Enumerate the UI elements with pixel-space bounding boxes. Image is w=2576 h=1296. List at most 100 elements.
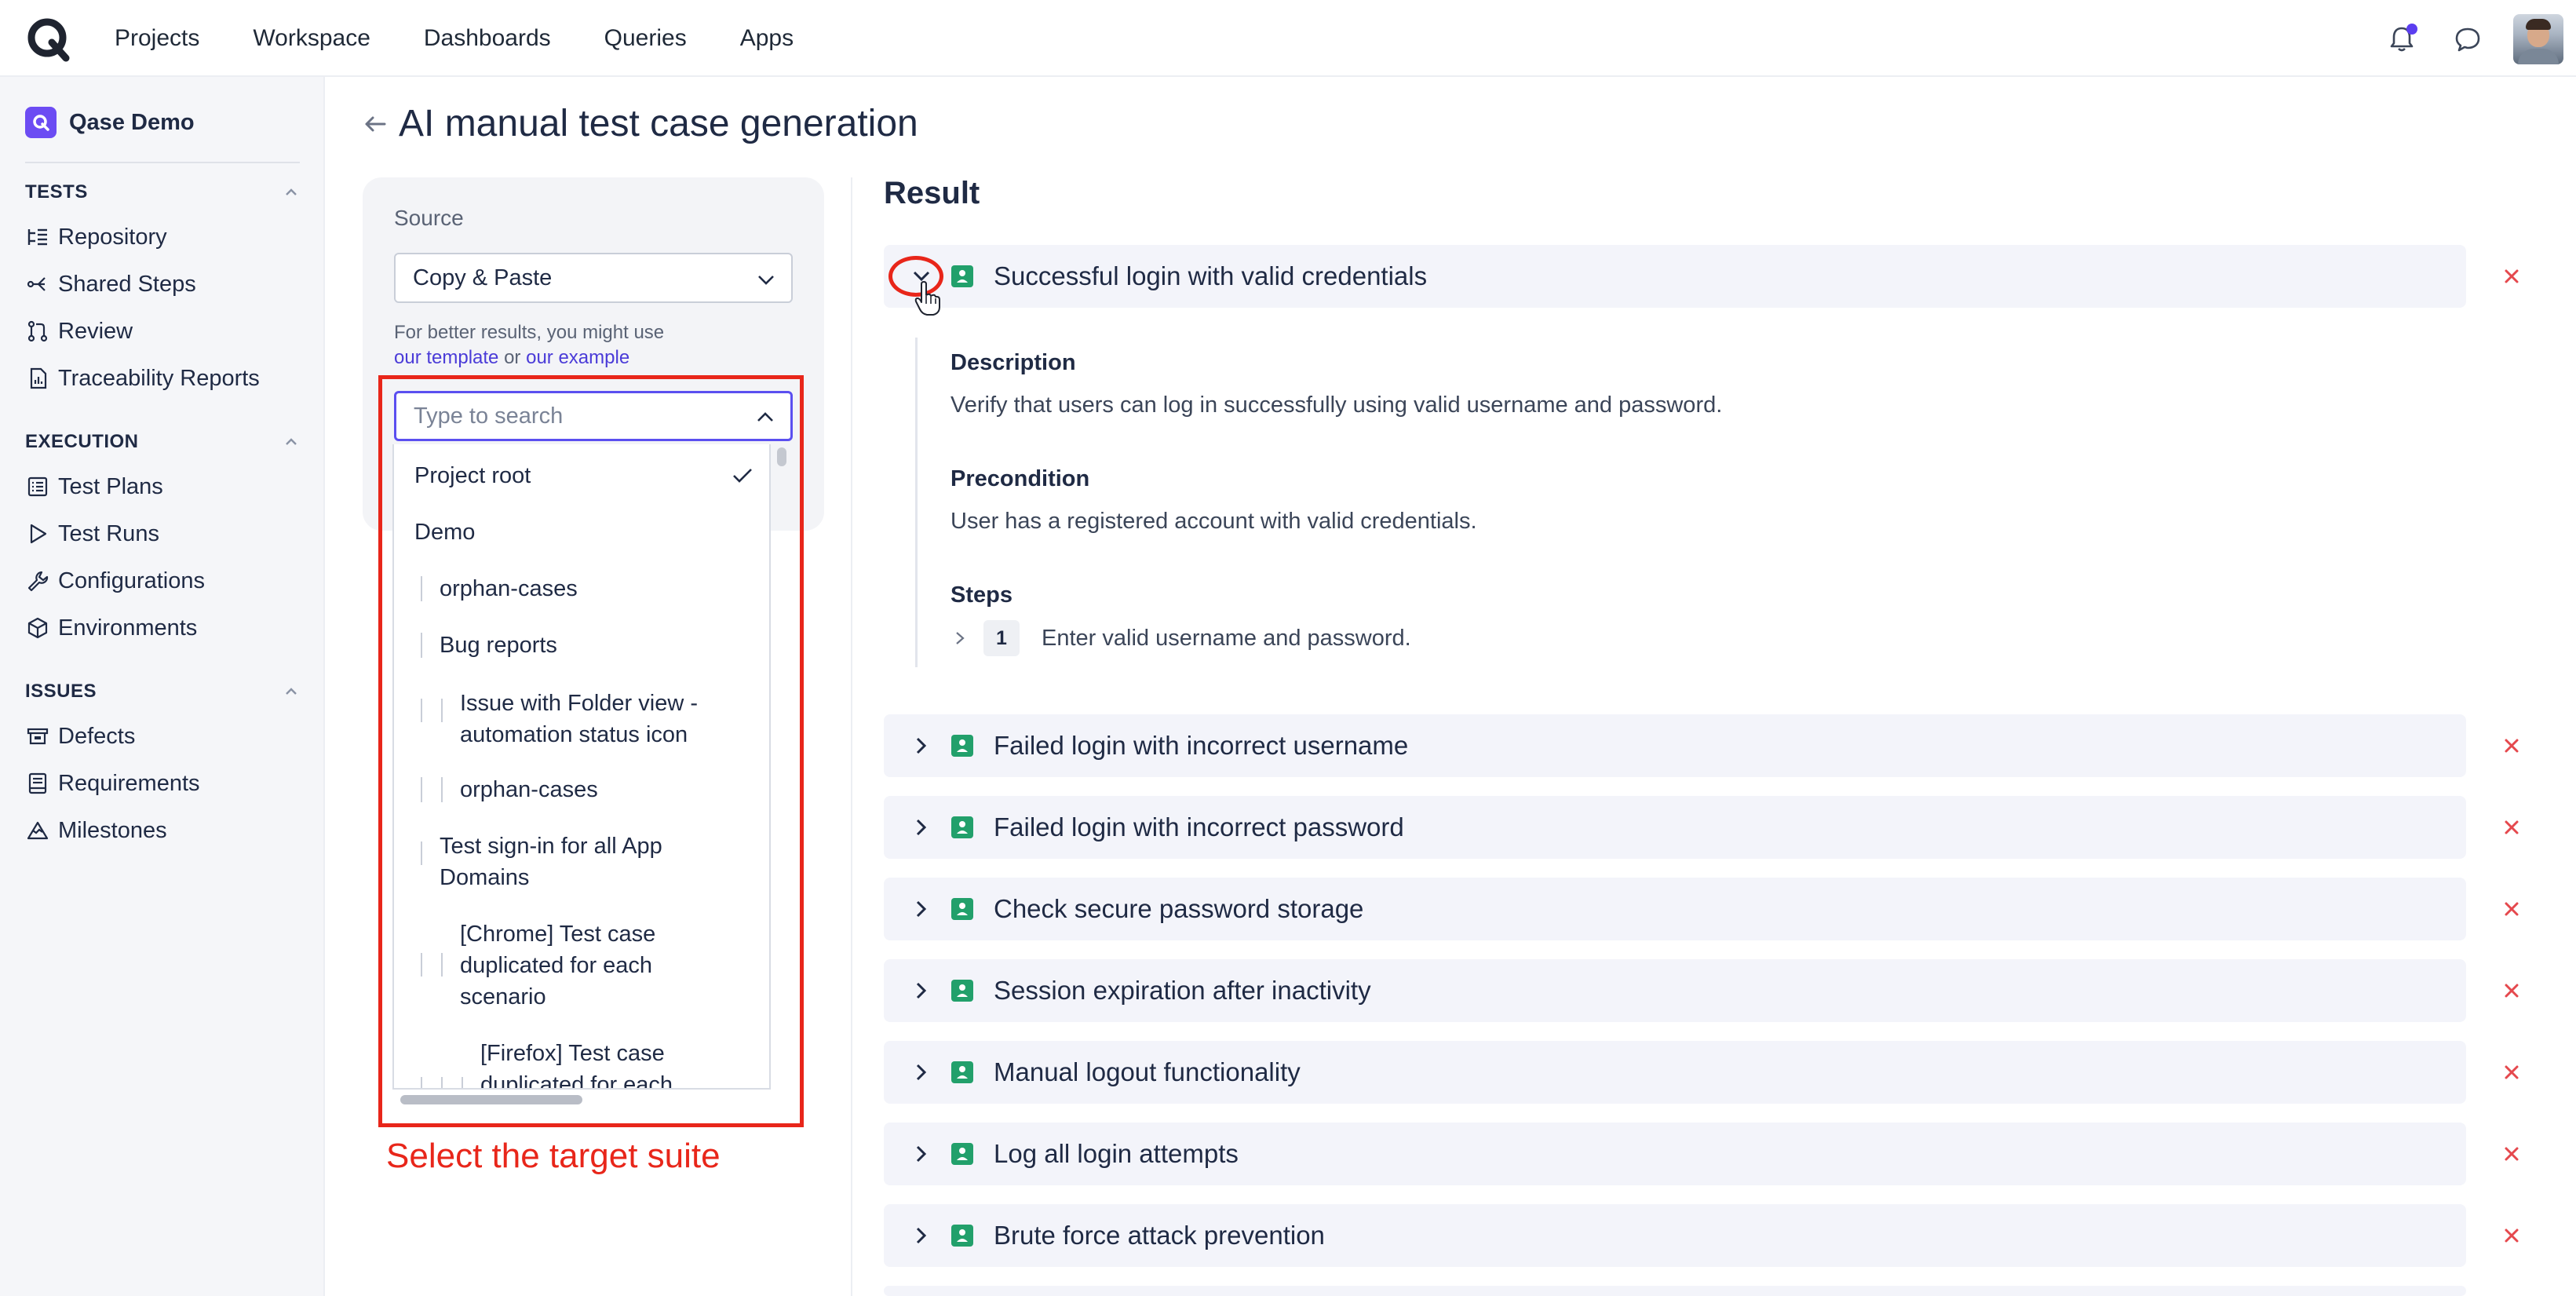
delete-case-close-icon[interactable]: [2498, 895, 2526, 923]
test-case-title: Successful login with valid credentials: [994, 261, 1428, 290]
source-hint: For better results, you might use our te…: [394, 320, 664, 371]
back-arrow-icon[interactable]: [361, 110, 389, 138]
page-title: AI manual test case generation: [399, 103, 918, 144]
sidebar-item-requirements[interactable]: Requirements: [25, 760, 300, 807]
annotation-highlight-box: [378, 375, 804, 1127]
source-select-value: Copy & Paste: [413, 265, 553, 290]
chevron-up-icon: [286, 688, 297, 695]
notifications-button[interactable]: [2384, 22, 2419, 57]
section-title: ISSUES: [25, 681, 97, 702]
nav-dashboards[interactable]: Dashboards: [424, 25, 551, 52]
sidebar-item-shared-steps[interactable]: Shared Steps: [25, 261, 300, 308]
pull-request-icon: [25, 319, 50, 344]
test-case-card[interactable]: Failed login with incorrect username: [884, 714, 2466, 777]
test-case-title: Failed login with incorrect username: [994, 731, 1409, 760]
sidebar-item-traceability-reports[interactable]: Traceability Reports: [25, 355, 300, 402]
step-number: 1: [983, 620, 1020, 656]
chevron-right-icon[interactable]: [907, 895, 936, 923]
user-avatar[interactable]: [2513, 14, 2563, 64]
sidebar-item-review[interactable]: Review: [25, 308, 300, 355]
test-case-card-partial[interactable]: [884, 1286, 2466, 1296]
qase-logo-icon[interactable]: [25, 16, 72, 63]
sidebar-item-milestones[interactable]: Milestones: [25, 807, 300, 854]
example-link[interactable]: our example: [526, 347, 629, 368]
sidebar-item-test-plans[interactable]: Test Plans: [25, 463, 300, 510]
top-navbar: Projects Workspace Dashboards Queries Ap…: [0, 0, 2576, 77]
step-text: Enter valid username and password.: [1042, 625, 1411, 651]
sidebar-item-label: Configurations: [58, 568, 205, 593]
panel-divider: [851, 177, 852, 1296]
section-header-issues[interactable]: ISSUES: [25, 680, 300, 703]
test-case-title: Failed login with incorrect password: [994, 812, 1404, 841]
test-case-card[interactable]: Log all login attempts: [884, 1123, 2466, 1185]
description-text: Verify that users can log in successfull…: [950, 392, 1723, 418]
sidebar-section-issues: ISSUES Defects Requirements Milestones: [25, 680, 300, 854]
test-case-card[interactable]: Session expiration after inactivity: [884, 959, 2466, 1022]
sidebar-item-label: Traceability Reports: [58, 365, 260, 391]
delete-case-close-icon[interactable]: [2498, 813, 2526, 841]
sidebar-item-repository[interactable]: Repository: [25, 214, 300, 261]
sidebar-section-execution: EXECUTION Test Plans Test Runs Configura…: [25, 430, 300, 652]
test-case-icon: [951, 1225, 973, 1247]
delete-case-close-icon[interactable]: [2498, 1140, 2526, 1168]
sidebar-item-label: Review: [58, 318, 133, 344]
delete-case-close-icon[interactable]: [2498, 1221, 2526, 1250]
test-case-details: Description Verify that users can log in…: [915, 338, 2406, 667]
nav-apps[interactable]: Apps: [740, 25, 794, 52]
test-case-icon: [951, 1061, 973, 1083]
sidebar-item-label: Defects: [58, 723, 136, 749]
delete-case-close-icon[interactable]: [2498, 262, 2526, 290]
sidebar-item-environments[interactable]: Environments: [25, 604, 300, 652]
sidebar-section-tests: TESTS Repository Shared Steps Review Tra…: [25, 181, 300, 402]
source-select[interactable]: Copy & Paste: [394, 253, 793, 303]
section-title: TESTS: [25, 181, 88, 203]
chevron-right-icon[interactable]: [907, 732, 936, 760]
section-header-tests[interactable]: TESTS: [25, 181, 300, 204]
section-title: EXECUTION: [25, 431, 139, 452]
source-label: Source: [394, 206, 464, 230]
template-link[interactable]: our template: [394, 347, 498, 368]
chevron-right-icon[interactable]: [907, 977, 936, 1005]
chevron-right-icon[interactable]: [907, 813, 936, 841]
delete-case-close-icon[interactable]: [2498, 732, 2526, 760]
sidebar-item-label: Environments: [58, 615, 198, 641]
annotation-label: Select the target suite: [386, 1137, 721, 1175]
test-case-card[interactable]: Check secure password storage: [884, 878, 2466, 940]
delete-case-close-icon[interactable]: [2498, 1058, 2526, 1086]
chevron-down-icon: [758, 276, 774, 285]
project-switcher[interactable]: Qase Demo: [25, 107, 195, 138]
test-case-card[interactable]: Brute force attack prevention: [884, 1204, 2466, 1267]
section-header-execution[interactable]: EXECUTION: [25, 430, 300, 454]
chevron-right-icon[interactable]: [907, 1140, 936, 1168]
step-row[interactable]: 1 Enter valid username and password.: [950, 620, 1411, 656]
mountain-icon: [25, 818, 50, 843]
chat-icon[interactable]: [2450, 22, 2485, 57]
steps-label: Steps: [950, 582, 1013, 608]
test-case-icon: [951, 898, 973, 920]
test-case-card[interactable]: Manual logout functionality: [884, 1041, 2466, 1104]
chevron-right-icon[interactable]: [907, 1058, 936, 1086]
nav-projects[interactable]: Projects: [115, 25, 199, 52]
repository-icon: [25, 225, 50, 250]
nav-workspace[interactable]: Workspace: [253, 25, 370, 52]
result-heading: Result: [884, 176, 980, 210]
project-name: Qase Demo: [69, 109, 195, 135]
chevron-right-icon[interactable]: [950, 629, 969, 648]
nav-queries[interactable]: Queries: [604, 25, 687, 52]
test-case-card: Successful login with valid credentials: [884, 245, 2466, 308]
sidebar-item-label: Shared Steps: [58, 271, 196, 297]
test-case-title: Manual logout functionality: [994, 1057, 1301, 1086]
sidebar-item-defects[interactable]: Defects: [25, 713, 300, 760]
chevron-right-icon[interactable]: [907, 1221, 936, 1250]
sidebar-item-configurations[interactable]: Configurations: [25, 557, 300, 604]
sidebar: Qase Demo TESTS Repository Shared Steps …: [0, 77, 325, 1296]
delete-case-close-icon[interactable]: [2498, 977, 2526, 1005]
hint-or: or: [498, 347, 527, 368]
test-case-card[interactable]: Failed login with incorrect password: [884, 796, 2466, 859]
shared-steps-icon: [25, 272, 50, 297]
sidebar-item-test-runs[interactable]: Test Runs: [25, 510, 300, 557]
test-case-icon: [951, 265, 973, 287]
test-case-icon: [951, 980, 973, 1002]
sidebar-item-label: Repository: [58, 224, 167, 250]
hint-text: For better results, you might use: [394, 322, 665, 343]
